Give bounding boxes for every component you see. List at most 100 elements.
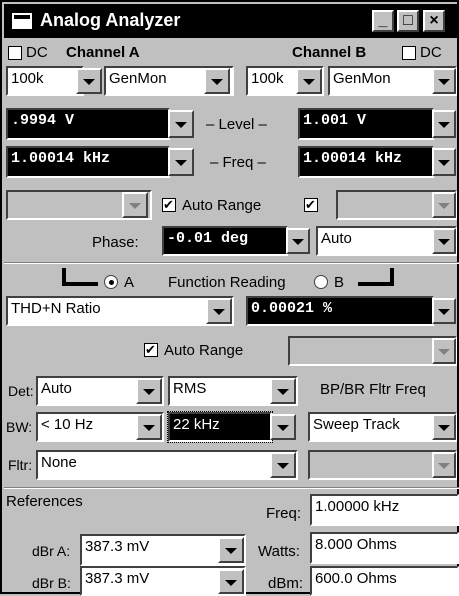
channel-b-range-dropdown[interactable] (296, 68, 322, 94)
bw-low-value: < 10 Hz (41, 416, 94, 433)
function-reading-display[interactable]: 0.00021 % (246, 296, 434, 326)
dropdown-arrow-icon (438, 239, 450, 245)
dropdown-arrow-icon (292, 239, 304, 245)
channel-a-range-mode-dropdown (122, 192, 148, 218)
dropdown-arrow-icon (143, 425, 155, 431)
bpbr-filter-label: BP/BR Fltr Freq (320, 381, 426, 398)
channel-a-range-dropdown[interactable] (76, 68, 102, 94)
divider (4, 262, 459, 264)
channel-b-auto-range-checkbox[interactable] (304, 196, 318, 214)
filter-value: None (41, 454, 77, 471)
dropdown-arrow-icon (438, 309, 450, 315)
function-reading-value: 0.00021 % (251, 300, 333, 317)
dc-a-label: DC (26, 44, 48, 61)
filter-select[interactable]: None (36, 450, 298, 480)
minimize-button[interactable]: _ (372, 10, 394, 32)
channel-a-freq-value: 1.00014 kHz (11, 150, 111, 167)
phase-mode-dropdown[interactable] (432, 228, 456, 254)
dbm-value: 600.0 Ohms (315, 570, 397, 587)
filter-dropdown[interactable] (270, 452, 296, 478)
bw-low-dropdown[interactable] (136, 414, 162, 440)
dc-a-checkbox[interactable] (8, 46, 22, 60)
detector-dropdown[interactable] (136, 378, 162, 404)
bpbr-filter-value: Sweep Track (313, 416, 400, 433)
channel-a-freq-units-dropdown[interactable] (168, 148, 194, 176)
channel-b-source-dropdown[interactable] (432, 68, 456, 94)
function-b-radio[interactable] (314, 275, 328, 289)
channel-a-level-display[interactable]: .9994 V (6, 108, 170, 140)
window-title: Analog Analyzer (40, 10, 181, 30)
dbr-b-dropdown[interactable] (218, 569, 244, 594)
function-units-dropdown[interactable] (432, 298, 456, 324)
function-auto-range-label: Auto Range (164, 342, 244, 359)
channel-b-level-units-dropdown[interactable] (432, 110, 456, 138)
bw-label: BW: (6, 419, 33, 435)
ref-freq-value: 1.00000 kHz (315, 498, 400, 515)
dropdown-arrow-icon (277, 425, 289, 431)
channel-b-source-value: GenMon (333, 70, 391, 87)
phase-value: -0.01 deg (167, 230, 249, 247)
phase-mode-value: Auto (321, 230, 352, 247)
det-label: Det: (8, 383, 34, 399)
bracket-b-icon (390, 268, 394, 286)
bracket-a-base (62, 282, 98, 286)
dropdown-arrow-icon (211, 79, 223, 85)
detector-mode-dropdown[interactable] (270, 378, 296, 404)
channel-a-source-dropdown[interactable] (204, 68, 230, 94)
window-icon[interactable] (12, 13, 32, 29)
ref-freq-field[interactable]: 1.00000 kHz (310, 494, 459, 526)
channel-a-level-units-dropdown[interactable] (168, 110, 194, 138)
dropdown-arrow-icon (438, 463, 450, 469)
bracket-b-base (358, 282, 394, 286)
close-button[interactable]: × (423, 10, 445, 32)
function-type-dropdown[interactable] (206, 298, 232, 324)
channel-a-label: Channel A (66, 44, 140, 61)
function-b-label: B (334, 274, 345, 291)
channel-b-freq-display[interactable]: 1.00014 kHz (298, 146, 434, 178)
dropdown-arrow-icon (213, 309, 225, 315)
channel-b-freq-units-dropdown[interactable] (432, 148, 456, 176)
dbm-field[interactable]: 600.0 Ohms (310, 566, 459, 596)
dropdown-arrow-icon (143, 389, 155, 395)
channel-a-auto-range-label: Auto Range (182, 197, 262, 214)
dropdown-arrow-icon (438, 122, 450, 128)
phase-label: Phase: (92, 234, 139, 251)
dc-b-checkbox[interactable] (402, 46, 416, 60)
detector-mode-value: RMS (173, 380, 207, 397)
function-type-value: THD+N Ratio (11, 300, 101, 317)
detector-value: Auto (41, 380, 72, 397)
phase-units-dropdown[interactable] (286, 228, 310, 254)
dropdown-arrow-icon (277, 389, 289, 395)
function-type-select[interactable]: THD+N Ratio (6, 296, 234, 326)
divider (4, 487, 459, 489)
dropdown-arrow-icon (438, 349, 450, 355)
bw-high-select[interactable]: 22 kHz (167, 411, 273, 443)
function-a-label: A (124, 274, 135, 291)
dropdown-arrow-icon (83, 79, 95, 85)
fltr-label: Fltr: (8, 457, 33, 473)
watts-value: 8.000 Ohms (315, 536, 397, 553)
dropdown-arrow-icon (438, 160, 450, 166)
bw-high-dropdown[interactable] (270, 414, 296, 440)
analog-analyzer-window: Analog Analyzer _ □ × DC Channel A Chann… (0, 0, 459, 596)
bpbr-filter-dropdown[interactable] (432, 414, 456, 440)
channel-b-label: Channel B (292, 44, 367, 61)
title-bar[interactable]: Analog Analyzer _ □ × (4, 4, 459, 38)
channel-a-auto-range-checkbox[interactable] (162, 196, 176, 214)
dbr-a-dropdown[interactable] (218, 537, 244, 563)
dbr-b-label: dBr B: (32, 575, 71, 591)
channel-a-range-select[interactable]: 100k (6, 66, 84, 96)
channel-a-level-value: .9994 V (11, 112, 75, 129)
channel-a-freq-display[interactable]: 1.00014 kHz (6, 146, 170, 178)
maximize-button[interactable]: □ (397, 10, 419, 32)
watts-label: Watts: (258, 543, 300, 560)
channel-b-range-value: 100k (251, 70, 284, 87)
dropdown-arrow-icon (175, 122, 187, 128)
dbm-label: dBm: (268, 575, 304, 592)
channel-b-level-display[interactable]: 1.001 V (298, 108, 434, 140)
phase-display[interactable]: -0.01 deg (162, 226, 288, 256)
function-a-radio[interactable] (104, 275, 118, 289)
dropdown-arrow-icon (129, 203, 141, 209)
function-auto-range-checkbox[interactable] (144, 341, 158, 359)
watts-field[interactable]: 8.000 Ohms (310, 532, 459, 564)
